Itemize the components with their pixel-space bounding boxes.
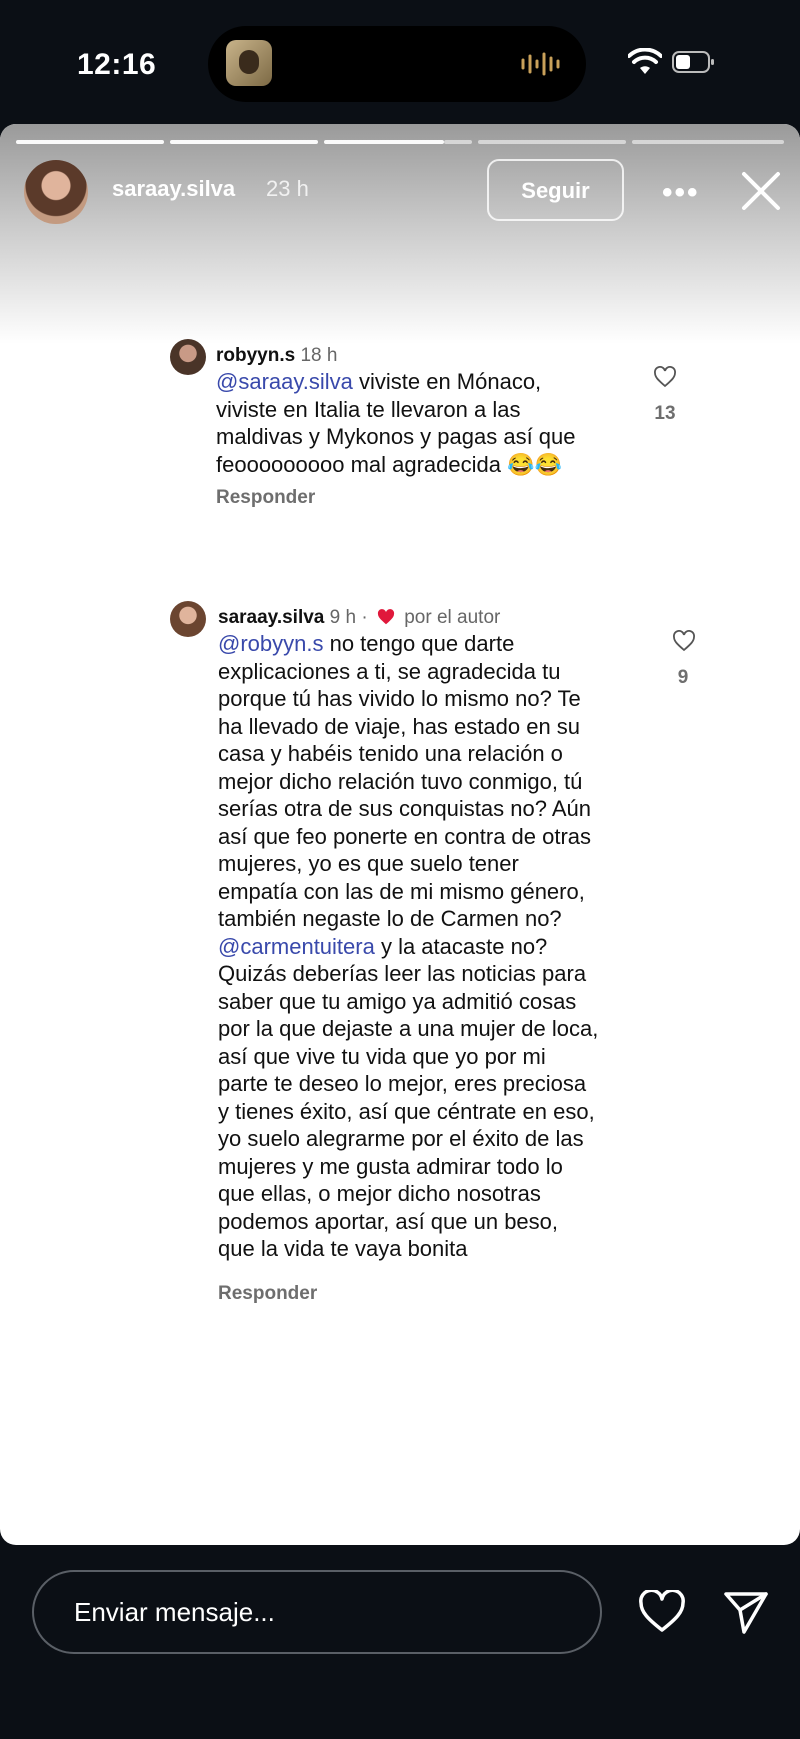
story-header-gradient: [0, 124, 800, 344]
send-message-input[interactable]: [32, 1570, 602, 1654]
comment-time: 18 h: [300, 345, 338, 366]
comment-time: 9 h: [329, 607, 357, 628]
dynamic-island[interactable]: [208, 26, 586, 102]
comment-text: @robyyn.s no tengo que darte explicacion…: [218, 630, 663, 1263]
comment-header: robyyn.s 18 h: [216, 342, 337, 370]
wifi-icon: [628, 48, 662, 74]
clock: 12:16: [77, 48, 157, 81]
status-bar: 12:16: [0, 0, 800, 120]
story-progress-segment: [444, 140, 472, 144]
heart-outline-icon: [673, 630, 695, 652]
avatar: [170, 339, 206, 375]
story-progress-segment: [632, 140, 784, 144]
reply-button: Responder: [216, 487, 316, 508]
story-progress-segment: [324, 140, 444, 144]
heart-outline-icon: [654, 366, 676, 388]
avatar[interactable]: [24, 160, 88, 224]
follow-button[interactable]: Seguir: [487, 159, 624, 221]
story-progress-segment: [16, 140, 164, 144]
avatar: [170, 601, 206, 637]
story-view[interactable]: saraay.silva 23 h Seguir ••• robyyn.s 18…: [0, 124, 800, 1545]
send-icon[interactable]: [722, 1590, 770, 1636]
close-icon[interactable]: [738, 168, 784, 214]
story-progress-segment: [170, 140, 318, 144]
comment-username: saraay.silva: [218, 607, 325, 628]
comment-text: @saraay.silva viviste en Mónaco, viviste…: [216, 368, 656, 478]
liked-by-author-label: por el autor: [404, 607, 501, 628]
like-count: 9: [677, 667, 689, 688]
message-bar: [0, 1560, 800, 1680]
comment-body: no tengo que darte explicaciones a ti, s…: [218, 631, 592, 931]
heart-icon[interactable]: [638, 1590, 686, 1634]
mention-link: @saraay.silva: [216, 369, 353, 394]
reply-button: Responder: [218, 1283, 318, 1304]
mention-link: @robyyn.s: [218, 631, 324, 656]
comment-header: saraay.silva 9 h · por el autor: [218, 607, 501, 628]
comment-body: y la atacaste no? Quizás deberías leer l…: [218, 933, 599, 1262]
battery-icon: [672, 51, 714, 73]
like-count: 13: [654, 403, 676, 424]
story-username[interactable]: saraay.silva: [112, 176, 235, 202]
comment-username: robyyn.s: [216, 345, 296, 366]
story-time-ago: 23 h: [266, 176, 309, 201]
now-playing-artwork: [226, 40, 272, 86]
story-progress-segment: [478, 140, 626, 144]
mention-link: @carmentuitera: [218, 933, 375, 959]
more-options-icon[interactable]: •••: [662, 176, 702, 209]
audio-waveform-icon: [521, 52, 560, 76]
heart-filled-icon: [377, 609, 395, 625]
